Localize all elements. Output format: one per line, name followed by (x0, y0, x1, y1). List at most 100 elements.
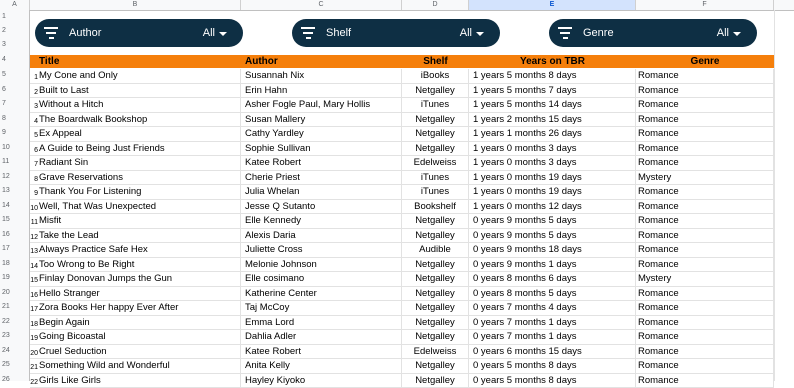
genre-cell[interactable]: Romance (636, 127, 774, 141)
table-row[interactable]: 16Hello StrangerKatherine CenterNetgalle… (30, 287, 774, 302)
table-row[interactable]: 1My Cone and OnlySusannah NixiBooks1 yea… (30, 69, 774, 84)
genre-cell[interactable]: Romance (636, 316, 774, 330)
title-cell[interactable]: 9Thank You For Listening (30, 185, 241, 199)
years-on-tbr-cell[interactable]: 0 years 8 months 5 days (469, 287, 636, 301)
row-number[interactable]: 12 (0, 173, 30, 180)
row-number[interactable]: 8 (0, 115, 30, 122)
years-on-tbr-cell[interactable]: 0 years 8 months 6 days (469, 272, 636, 286)
years-on-tbr-cell[interactable]: 0 years 7 months 1 days (469, 330, 636, 344)
author-cell[interactable]: Katee Robert (241, 156, 402, 170)
genre-cell[interactable]: Romance (636, 229, 774, 243)
table-row[interactable]: 10Well, That Was UnexpectedJesse Q Sutan… (30, 200, 774, 215)
row-number[interactable]: 14 (0, 202, 30, 209)
row-number[interactable]: 23 (0, 332, 30, 339)
years-on-tbr-cell[interactable]: 1 years 0 months 19 days (469, 171, 636, 185)
row-number[interactable]: 24 (0, 347, 30, 354)
author-cell[interactable]: Susan Mallery (241, 113, 402, 127)
genre-cell[interactable]: Romance (636, 214, 774, 228)
author-cell[interactable]: Asher Fogle Paul, Mary Hollis (241, 98, 402, 112)
shelf-cell[interactable]: Netgalley (402, 84, 469, 98)
shelf-cell[interactable]: iTunes (402, 98, 469, 112)
title-cell[interactable]: 14Too Wrong to Be Right (30, 258, 241, 272)
years-on-tbr-cell[interactable]: 1 years 0 months 3 days (469, 156, 636, 170)
title-cell[interactable]: 18Begin Again (30, 316, 241, 330)
title-cell[interactable]: 3Without a Hitch (30, 98, 241, 112)
table-row[interactable]: 12Take the LeadAlexis DariaNetgalley0 ye… (30, 229, 774, 244)
years-on-tbr-cell[interactable]: 0 years 9 months 5 days (469, 229, 636, 243)
shelf-cell[interactable]: Netgalley (402, 359, 469, 373)
author-cell[interactable]: Jesse Q Sutanto (241, 200, 402, 214)
genre-cell[interactable]: Romance (636, 200, 774, 214)
column-header-a[interactable]: A (0, 0, 30, 10)
genre-filter-chip[interactable]: Genre All (549, 19, 757, 47)
years-on-tbr-cell[interactable]: 0 years 7 months 1 days (469, 316, 636, 330)
shelf-cell[interactable]: Netgalley (402, 330, 469, 344)
title-cell[interactable]: 16Hello Stranger (30, 287, 241, 301)
author-cell[interactable]: Anita Kelly (241, 359, 402, 373)
genre-cell[interactable]: Romance (636, 84, 774, 98)
years-on-tbr-cell[interactable]: 1 years 5 months 7 days (469, 84, 636, 98)
row-number[interactable]: 3 (0, 41, 30, 48)
shelf-cell[interactable]: iTunes (402, 171, 469, 185)
column-header-e[interactable]: E (469, 0, 636, 10)
shelf-cell[interactable]: Netgalley (402, 113, 469, 127)
genre-cell[interactable]: Romance (636, 69, 774, 83)
title-cell[interactable]: 4The Boardwalk Bookshop (30, 113, 241, 127)
table-row[interactable]: 3Without a HitchAsher Fogle Paul, Mary H… (30, 98, 774, 113)
author-cell[interactable]: Alexis Daria (241, 229, 402, 243)
years-on-tbr-cell[interactable]: 1 years 2 months 15 days (469, 113, 636, 127)
column-header-f[interactable]: F (636, 0, 774, 10)
years-on-tbr-cell[interactable]: 1 years 1 months 26 days (469, 127, 636, 141)
shelf-cell[interactable]: iTunes (402, 185, 469, 199)
row-number[interactable]: 10 (0, 144, 30, 151)
title-cell[interactable]: 15Finlay Donovan Jumps the Gun (30, 272, 241, 286)
genre-cell[interactable]: Romance (636, 330, 774, 344)
table-row[interactable]: 8Grave ReservationsCherie PriestiTunes1 … (30, 171, 774, 186)
row-number[interactable]: 21 (0, 303, 30, 310)
shelf-cell[interactable]: Netgalley (402, 316, 469, 330)
title-cell[interactable]: 7Radiant Sin (30, 156, 241, 170)
author-cell[interactable]: Cherie Priest (241, 171, 402, 185)
shelf-cell[interactable]: Netgalley (402, 214, 469, 228)
years-on-tbr-cell[interactable]: 0 years 7 months 4 days (469, 301, 636, 315)
genre-cell[interactable]: Romance (636, 98, 774, 112)
genre-cell[interactable]: Romance (636, 156, 774, 170)
row-number[interactable]: 16 (0, 231, 30, 238)
shelf-cell[interactable]: Audible (402, 243, 469, 257)
author-cell[interactable]: Elle Kennedy (241, 214, 402, 228)
row-number[interactable]: 11 (0, 158, 30, 165)
table-row[interactable]: 2Built to LastErin HahnNetgalley1 years … (30, 84, 774, 99)
table-row[interactable]: 5Ex AppealCathy YardleyNetgalley1 years … (30, 127, 774, 142)
title-cell[interactable]: 12Take the Lead (30, 229, 241, 243)
genre-cell[interactable]: Mystery (636, 171, 774, 185)
years-on-tbr-cell[interactable]: 1 years 5 months 8 days (469, 69, 636, 83)
header-shelf[interactable]: Shelf (402, 55, 469, 68)
title-cell[interactable]: 21Something Wild and Wonderful (30, 359, 241, 373)
row-number[interactable]: 1 (0, 13, 30, 20)
shelf-cell[interactable]: Edelweiss (402, 345, 469, 359)
title-cell[interactable]: 10Well, That Was Unexpected (30, 200, 241, 214)
title-cell[interactable]: 13Always Practice Safe Hex (30, 243, 241, 257)
title-cell[interactable]: 11Misfit (30, 214, 241, 228)
genre-cell[interactable]: Romance (636, 113, 774, 127)
author-cell[interactable]: Melonie Johnson (241, 258, 402, 272)
row-number[interactable]: 6 (0, 86, 30, 93)
author-cell[interactable]: Erin Hahn (241, 84, 402, 98)
row-number[interactable]: 7 (0, 100, 30, 107)
title-cell[interactable]: 19Going Bicoastal (30, 330, 241, 344)
shelf-cell[interactable]: Bookshelf (402, 200, 469, 214)
column-header-d[interactable]: D (402, 0, 469, 10)
header-title[interactable]: Title (30, 55, 241, 68)
genre-cell[interactable]: Romance (636, 243, 774, 257)
genre-cell[interactable]: Romance (636, 345, 774, 359)
author-cell[interactable]: Taj McCoy (241, 301, 402, 315)
row-number[interactable]: 5 (0, 71, 30, 78)
years-on-tbr-cell[interactable]: 1 years 5 months 14 days (469, 98, 636, 112)
row-number[interactable]: 20 (0, 289, 30, 296)
genre-cell[interactable]: Romance (636, 258, 774, 272)
shelf-cell[interactable]: Netgalley (402, 272, 469, 286)
author-cell[interactable]: Katee Robert (241, 345, 402, 359)
shelf-cell[interactable]: Netgalley (402, 258, 469, 272)
author-cell[interactable]: Julia Whelan (241, 185, 402, 199)
shelf-cell[interactable]: Netgalley (402, 127, 469, 141)
